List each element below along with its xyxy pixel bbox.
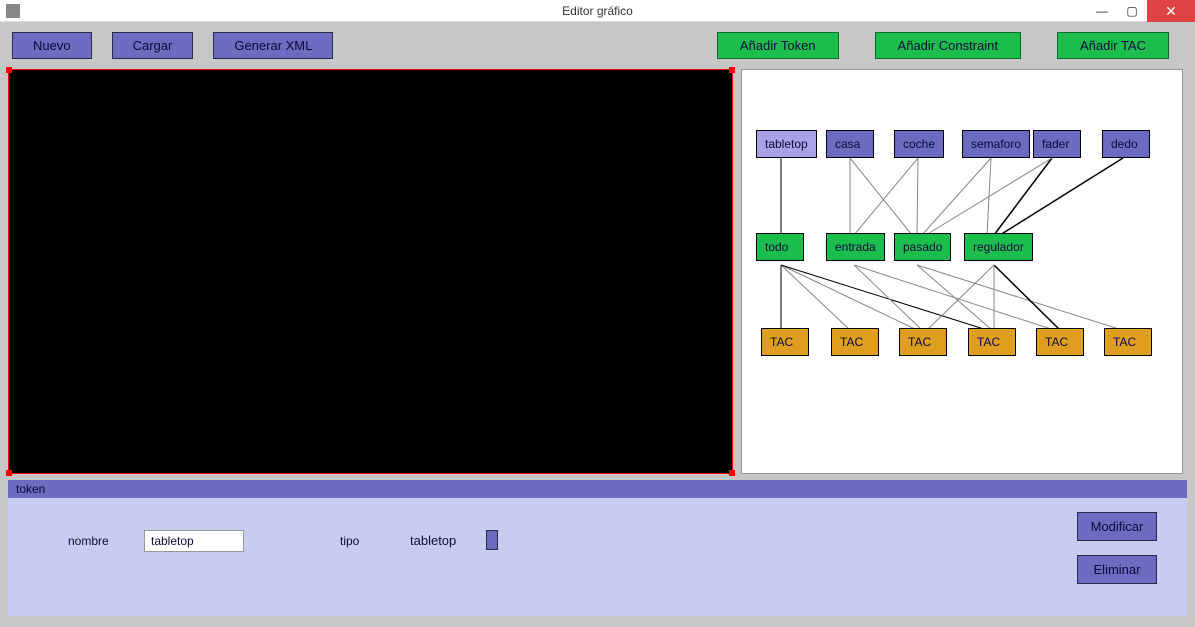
titlebar: Editor gráfico — ▢ ✕ xyxy=(0,0,1195,22)
tipo-label: tipo xyxy=(340,534,359,548)
graph-node-token[interactable]: dedo xyxy=(1102,130,1150,158)
canvas[interactable] xyxy=(8,69,733,474)
close-button[interactable]: ✕ xyxy=(1147,0,1195,22)
cargar-button[interactable]: Cargar xyxy=(112,32,194,59)
graph-node-tac[interactable]: TAC xyxy=(1104,328,1152,356)
graph-node-token[interactable]: casa xyxy=(826,130,874,158)
window-controls: — ▢ ✕ xyxy=(1087,0,1195,22)
graph-node-tac[interactable]: TAC xyxy=(831,328,879,356)
graph-node-constraint[interactable]: todo xyxy=(756,233,804,261)
window-title: Editor gráfico xyxy=(562,4,633,18)
graph-panel[interactable]: tabletop casa coche semaforo fader dedo … xyxy=(741,69,1183,474)
eliminar-button[interactable]: Eliminar xyxy=(1077,555,1157,584)
node-label: semaforo xyxy=(971,137,1021,151)
toolbar: Nuevo Cargar Generar XML Añadir Token Añ… xyxy=(4,26,1191,69)
node-label: todo xyxy=(765,240,788,254)
graph-node-tac[interactable]: TAC xyxy=(899,328,947,356)
anadir-token-button[interactable]: Añadir Token xyxy=(717,32,839,59)
nombre-label: nombre xyxy=(68,534,109,548)
node-label: pasado xyxy=(903,240,942,254)
graph-node-constraint[interactable]: pasado xyxy=(894,233,951,261)
node-label: dedo xyxy=(1111,137,1138,151)
anadir-tac-button[interactable]: Añadir TAC xyxy=(1057,32,1169,59)
app-icon xyxy=(6,4,20,18)
generar-xml-button[interactable]: Generar XML xyxy=(213,32,333,59)
node-label: regulador xyxy=(973,240,1024,254)
workspace: tabletop casa coche semaforo fader dedo … xyxy=(4,69,1191,474)
modificar-button[interactable]: Modificar xyxy=(1077,512,1157,541)
properties-panel: nombre tipo tabletop Modificar Eliminar xyxy=(8,498,1187,616)
nuevo-button[interactable]: Nuevo xyxy=(12,32,92,59)
main-area: Nuevo Cargar Generar XML Añadir Token Añ… xyxy=(0,22,1195,627)
resize-handle-br[interactable] xyxy=(729,470,735,476)
graph-node-constraint[interactable]: entrada xyxy=(826,233,885,261)
nombre-input[interactable] xyxy=(144,530,244,552)
graph-node-tac[interactable]: TAC xyxy=(1036,328,1084,356)
resize-handle-tl[interactable] xyxy=(6,67,12,73)
node-label: TAC xyxy=(977,335,1000,349)
node-label: casa xyxy=(835,137,860,151)
node-label: TAC xyxy=(1113,335,1136,349)
graph-node-tac[interactable]: TAC xyxy=(968,328,1016,356)
graph-node-token[interactable]: semaforo xyxy=(962,130,1030,158)
node-label: TAC xyxy=(908,335,931,349)
node-label: entrada xyxy=(835,240,876,254)
graph-node-token[interactable]: coche xyxy=(894,130,944,158)
tipo-dropdown-button[interactable] xyxy=(486,530,498,550)
graph-node-constraint[interactable]: regulador xyxy=(964,233,1033,261)
graph-node-token[interactable]: fader xyxy=(1033,130,1081,158)
anadir-constraint-button[interactable]: Añadir Constraint xyxy=(875,32,1021,59)
node-label: tabletop xyxy=(765,137,808,151)
maximize-button[interactable]: ▢ xyxy=(1117,0,1147,22)
node-label: coche xyxy=(903,137,935,151)
properties-header: token xyxy=(8,480,1187,498)
node-label: fader xyxy=(1042,137,1069,151)
node-label: TAC xyxy=(840,335,863,349)
tipo-value: tabletop xyxy=(410,533,456,548)
graph-node-tac[interactable]: TAC xyxy=(761,328,809,356)
resize-handle-tr[interactable] xyxy=(729,67,735,73)
minimize-button[interactable]: — xyxy=(1087,0,1117,22)
node-label: TAC xyxy=(1045,335,1068,349)
graph-node-token[interactable]: tabletop xyxy=(756,130,817,158)
resize-handle-bl[interactable] xyxy=(6,470,12,476)
node-label: TAC xyxy=(770,335,793,349)
